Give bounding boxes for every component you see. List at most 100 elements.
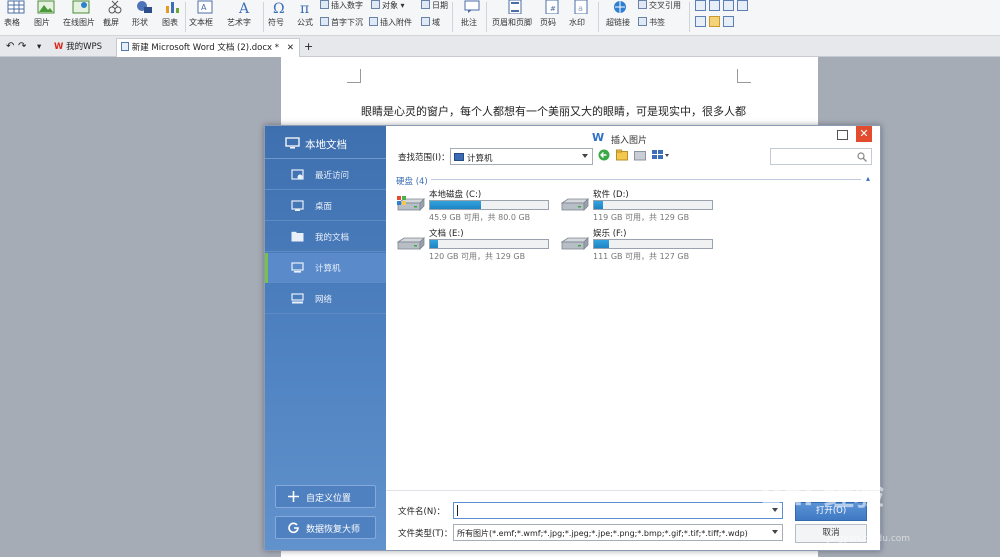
view-menu-icon[interactable] <box>652 149 670 161</box>
tab-document[interactable]: 新建 Microsoft Word 文档 (2).docx * ✕ <box>116 38 300 57</box>
section-divider <box>431 179 861 180</box>
back-icon[interactable] <box>598 149 610 161</box>
sidebar-item-computer[interactable]: 计算机 <box>265 253 386 283</box>
new-folder-icon[interactable] <box>634 149 646 161</box>
wordart-button[interactable]: A 艺术字 <box>227 0 259 36</box>
table-label: 表格 <box>4 18 20 27</box>
network-icon <box>291 293 304 304</box>
sidebar-item-recent[interactable]: 最近访问 <box>265 160 386 190</box>
screenshot-button[interactable]: 截屏 <box>103 0 129 36</box>
attachment-button[interactable]: 插入附件 <box>369 17 412 28</box>
document-tab-bar: ↶ ↷ ▾ W 我的WPS 新建 Microsoft Word 文档 (2).d… <box>0 36 1000 57</box>
shapes-button[interactable]: 形状 <box>132 0 158 36</box>
comment-icon <box>464 0 480 13</box>
dropcap-button[interactable]: 首字下沉 <box>320 17 363 28</box>
screenshot-icon <box>108 0 122 14</box>
online-picture-button[interactable]: 在线图片 <box>63 0 99 36</box>
hyperlink-button[interactable]: 超链接 <box>606 0 634 36</box>
svg-text:W: W <box>592 131 604 142</box>
grid-control-icon[interactable] <box>737 0 748 11</box>
chart-button[interactable]: 图表 <box>162 0 184 36</box>
watermark-label: 水印 <box>569 18 585 27</box>
object-button[interactable]: 对象 ▾ <box>371 0 405 11</box>
ribbon-separator <box>185 2 186 32</box>
design-mode-icon[interactable] <box>695 16 706 27</box>
add-tab-button[interactable]: + <box>300 38 317 57</box>
sidebar-item-desktop[interactable]: 桌面 <box>265 191 386 221</box>
page-number-button[interactable]: # 页码 <box>540 0 566 36</box>
drive-item[interactable]: 娱乐 (F:) 111 GB 可用，共 127 GB <box>559 227 719 263</box>
tab-menu-icon[interactable]: ▾ <box>33 38 45 57</box>
hard-drive-icon <box>396 237 425 250</box>
custom-location-button[interactable]: 自定义位置 <box>275 485 376 508</box>
up-folder-icon[interactable] <box>616 149 628 161</box>
recent-icon <box>291 169 304 180</box>
symbol-button[interactable]: Ω 符号 <box>268 0 292 36</box>
date-button[interactable]: 日期 <box>421 0 448 11</box>
data-recovery-button[interactable]: 数据恢复大师 <box>275 516 376 539</box>
drive-space-info: 119 GB 可用，共 129 GB <box>593 213 690 222</box>
sidebar-item-label: 我的文档 <box>315 233 350 243</box>
close-button[interactable]: ✕ <box>856 126 872 142</box>
bookmark-button[interactable]: 书签 <box>638 17 665 28</box>
drive-name: 本地磁盘 (C:) <box>429 190 482 200</box>
cross-reference-button[interactable]: 交叉引用 <box>638 0 681 11</box>
word-doc-icon <box>121 42 129 51</box>
computer-icon <box>291 262 304 273</box>
baidu-watermark: Bai 经验 <box>760 478 884 513</box>
picture-button[interactable]: 图片 <box>34 0 60 36</box>
textbox-button[interactable]: A 文本框 <box>189 0 221 36</box>
header-footer-button[interactable]: 页眉和页脚 <box>492 0 538 36</box>
number-icon <box>320 0 329 9</box>
lock-icon[interactable] <box>723 16 734 27</box>
drive-item[interactable]: 文档 (E:) 120 GB 可用，共 129 GB <box>395 227 555 263</box>
search-icon <box>857 152 867 162</box>
dropdown-control-icon[interactable] <box>723 0 734 11</box>
hyperlink-icon <box>614 1 626 13</box>
comment-button[interactable]: 批注 <box>461 0 483 36</box>
checkbox-control-icon[interactable] <box>709 0 720 11</box>
ribbon-separator <box>598 2 599 32</box>
close-tab-icon[interactable]: ✕ <box>287 39 294 57</box>
sidebar-item-network[interactable]: 网络 <box>265 284 386 314</box>
field-button[interactable]: 域 <box>421 17 440 28</box>
system-drive-icon <box>396 196 425 211</box>
look-in-select[interactable]: 计算机 <box>450 148 593 165</box>
page-number-icon: # <box>545 0 559 14</box>
search-input[interactable] <box>770 148 872 165</box>
svg-text:π: π <box>300 1 309 14</box>
wordart-icon: A <box>238 1 250 14</box>
date-icon <box>421 0 430 9</box>
chevron-down-icon <box>582 154 588 158</box>
drive-usage-bar <box>593 239 713 249</box>
form-control-icon[interactable] <box>695 0 706 11</box>
desktop-icon <box>291 200 304 211</box>
collapse-chevron-icon[interactable]: ▴ <box>866 174 870 183</box>
drive-space-info: 45.9 GB 可用，共 80.0 GB <box>429 213 531 222</box>
drive-usage-fill <box>430 240 438 248</box>
tab-my-wps[interactable]: W 我的WPS <box>50 38 106 57</box>
drive-item[interactable]: 本地磁盘 (C:) 45.9 GB 可用，共 80.0 GB <box>395 188 555 224</box>
cross-reference-icon <box>638 0 647 9</box>
maximize-button[interactable] <box>837 130 848 140</box>
drive-usage-fill <box>594 201 603 209</box>
sidebar-item-folder[interactable]: 我的文档 <box>265 222 386 252</box>
svg-text:Ω: Ω <box>273 1 285 14</box>
wps-writer-icon: W <box>592 131 604 142</box>
chevron-down-icon <box>772 530 778 534</box>
formula-button[interactable]: π 公式 <box>297 0 317 36</box>
insert-number-button[interactable]: 插入数字 <box>320 0 363 11</box>
watermark-button[interactable]: a 水印 <box>569 0 595 36</box>
redo-icon[interactable]: ↷ <box>14 38 30 57</box>
document-paragraph[interactable]: 眼睛是心灵的窗户，每个人都想有一个美丽又大的眼睛，可是现实中，很多人都 <box>361 103 746 119</box>
file-type-select[interactable]: 所有图片(*.emf;*.wmf;*.jpg;*.jpeg;*.jpe;*.pn… <box>453 524 783 541</box>
clear-icon[interactable] <box>709 16 720 27</box>
monitor-icon <box>285 137 300 149</box>
table-icon <box>7 0 25 14</box>
drive-usage-bar <box>429 200 549 210</box>
object-icon <box>371 0 380 9</box>
chart-icon <box>166 2 179 13</box>
file-name-input[interactable] <box>453 502 783 519</box>
drive-item[interactable]: 软件 (D:) 119 GB 可用，共 129 GB <box>559 188 719 224</box>
table-button[interactable]: 表格 <box>4 0 26 36</box>
